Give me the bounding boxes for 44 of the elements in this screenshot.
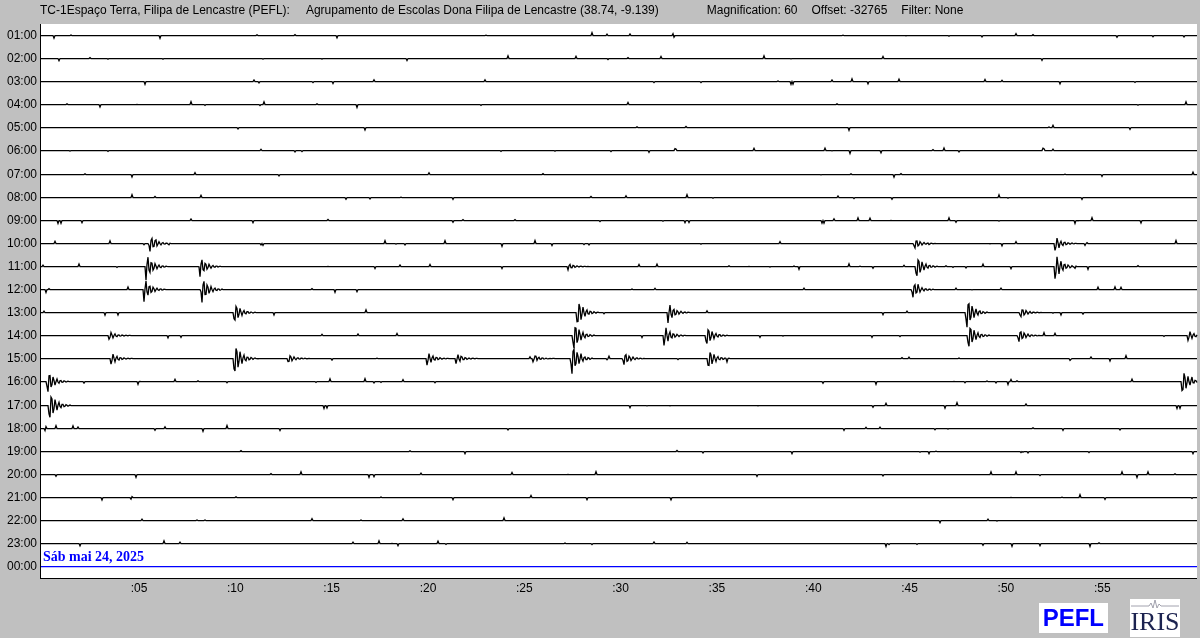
hour-label: 00:00 [5,558,38,576]
filter-text: Filter: None [901,3,964,17]
waveform-icon [1131,599,1179,610]
minute-tick-label: :30 [612,581,629,596]
minute-tick-label: :15 [323,581,340,596]
hour-label: 20:00 [5,465,38,483]
hour-label: 14:00 [5,327,38,345]
hour-label: 10:00 [5,234,38,252]
network-logo: IRIS [1130,599,1180,638]
hour-label: 01:00 [5,27,38,44]
hour-label: 17:00 [5,396,38,414]
station-logo: PEFL [1038,603,1108,634]
minute-tick-label: :40 [804,581,822,596]
hour-label: 04:00 [5,96,38,114]
minute-tick-label: :55 [1093,581,1111,596]
hour-label: 06:00 [5,142,38,160]
magnification-text: Magnification: 60 [706,3,798,17]
hour-label: 21:00 [5,488,38,506]
hour-label: 11:00 [6,257,38,275]
station-title: TC-1Espaço Terra, Filipa de Lencastre (PEFL): [40,3,290,17]
minute-tick-label: :50 [997,581,1015,596]
hour-label: 08:00 [5,188,38,206]
minute-tick-label: :05 [130,581,148,596]
hour-label: 19:00 [5,442,38,460]
hour-label: 23:00 [5,535,38,553]
minute-tick-label: :10 [226,581,244,596]
minute-tick-label: :35 [708,581,726,596]
site-title: Agrupamento de Escolas Dona Filipa de Lencastre (38.74, -9.139) [305,3,659,17]
minute-tick-label: :25 [515,581,533,596]
hour-label: 03:00 [5,73,38,91]
hour-label: 22:00 [5,511,38,529]
hour-label: 09:00 [5,211,38,229]
date-label: Sáb mai 24, 2025 [43,550,145,565]
hour-label: 16:00 [5,373,38,391]
minute-tick-label: :45 [901,581,918,596]
hour-label: 15:00 [5,350,38,368]
hour-label: 05:00 [5,119,38,137]
offset-text: Offset: -32765 [811,3,888,17]
hour-label: 12:00 [5,281,38,299]
hour-label: 13:00 [5,304,38,322]
hour-label: 02:00 [5,50,38,68]
minute-tick-label: :20 [419,581,437,596]
hour-label: 18:00 [5,419,38,437]
hour-label: 07:00 [5,165,38,183]
